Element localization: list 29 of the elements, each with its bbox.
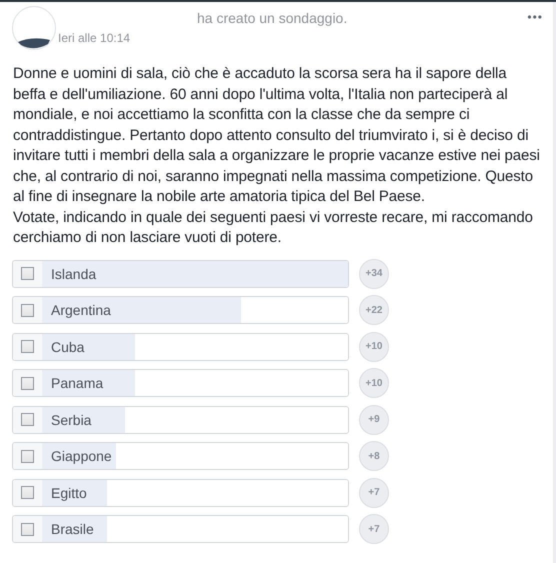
checkbox[interactable] [21, 450, 34, 462]
poll-option[interactable]: Brasile [12, 515, 349, 543]
avatar-icon[interactable] [12, 6, 56, 50]
poll-option[interactable]: Panama [12, 369, 349, 397]
checkbox[interactable] [21, 340, 34, 353]
more-button[interactable]: ••• [527, 6, 543, 28]
checkbox[interactable] [21, 376, 34, 390]
checkbox[interactable] [21, 486, 34, 499]
poll-option[interactable]: Giappone [12, 442, 349, 470]
post-time[interactable]: Ieri alle 10:14 [58, 31, 528, 45]
poll-option[interactable]: Islanda [12, 260, 349, 288]
poll-option[interactable]: Serbia [12, 406, 349, 434]
option-label: Serbia [51, 412, 92, 428]
option-label: Giappone [51, 448, 112, 464]
option-label: Argentina [51, 302, 111, 318]
option-label: Islanda [51, 266, 96, 282]
option-label: Egitto [51, 484, 87, 500]
poll-option[interactable]: Argentina [12, 296, 349, 324]
option-label: Cuba [51, 338, 84, 354]
checkbox[interactable] [21, 522, 34, 536]
checkbox[interactable] [21, 304, 34, 316]
poll-option[interactable]: Cuba [12, 332, 349, 360]
option-label: Brasile [51, 521, 94, 537]
post-action: ha creato un sondaggio. [197, 10, 348, 26]
poll-option[interactable]: Egitto [12, 478, 349, 506]
checkbox[interactable] [21, 267, 34, 280]
post-text: Donne e uomini di sala, ciò che è accaduto la scorsa sera ha il sapore della beffa e dell'umiliazione. 60 anni dopo l'ultima volta, l'Italia non parteciperà al mondiale, e noi accettiamo la sconfitta con la classe che da sempre ci contraddistingue. Pertanto dopo attento consulto del triumvirato i, si è deciso di invitare tutti i membri della sala a organizzare le proprie vacanze estive nei paesi che, al contrario di noi, saranno impegnati nella massima competizione. Questo al fine di insegnare la nobile arte amatoria tipica del Bel Paese. Votate, indicando in quale dei seguenti paesi vi vorreste recare, mi raccomando cerchiamo di non lasciare vuoti di potere. [13, 64, 541, 248]
checkbox[interactable] [21, 413, 34, 426]
option-label: Panama [51, 375, 104, 391]
